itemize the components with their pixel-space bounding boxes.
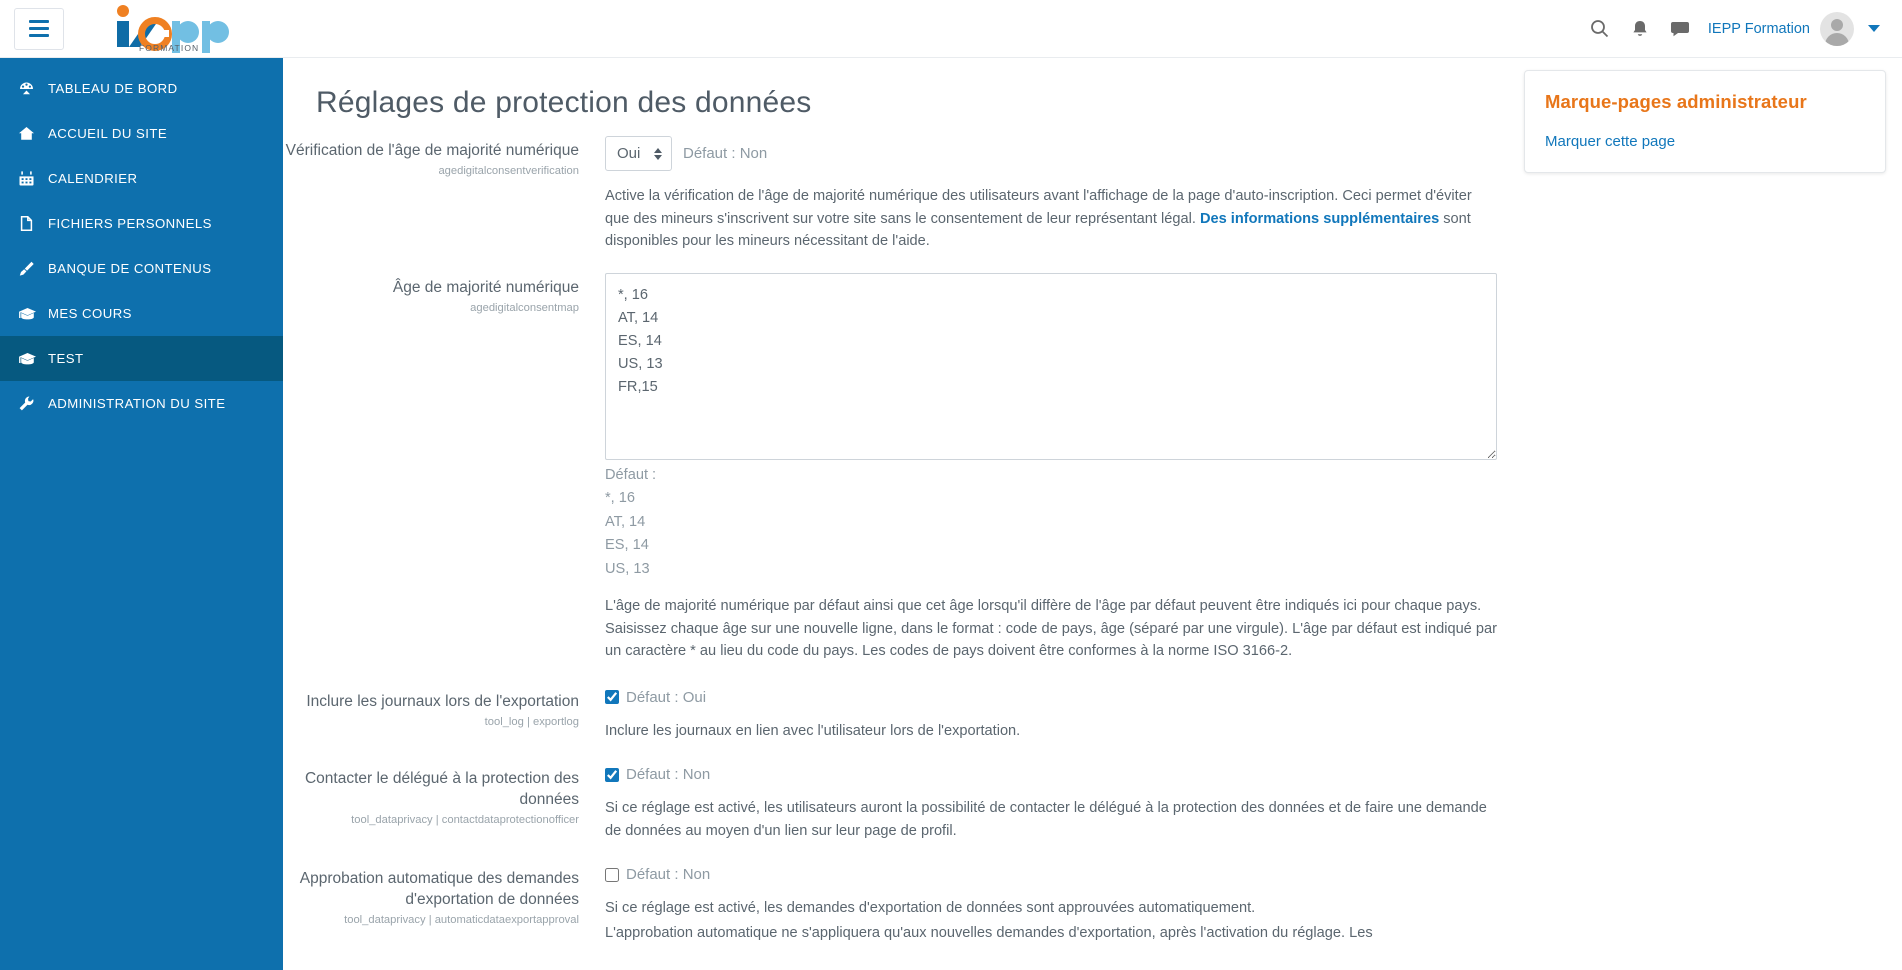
- logo-subtext: FORMATION: [139, 43, 199, 53]
- sidebar-item-label: Mes cours: [48, 306, 132, 321]
- default-label: Défaut :: [605, 466, 657, 483]
- graduation-cap-icon: [18, 350, 48, 367]
- setting-control: Oui Non Défaut : Non Active la vér: [593, 136, 1523, 253]
- sidebar-item-administration-du-site[interactable]: Administration du site: [0, 381, 283, 426]
- setting-name: Vérification de l'âge de majorité numéri…: [285, 142, 579, 159]
- setting-control: Défaut : Non Si ce réglage est activé, l…: [593, 864, 1523, 944]
- graduation-cap-icon: [18, 305, 48, 322]
- avatar-body: [1825, 32, 1849, 46]
- hamburger-bar-2: [29, 27, 49, 30]
- top-navigation-bar: FORMATION IEPP Formation: [0, 0, 1902, 58]
- exportlog-checkbox[interactable]: [605, 690, 619, 704]
- sidebar-item-label: Tableau de bord: [48, 81, 178, 96]
- sidebar-item-banque-de-contenus[interactable]: Banque de contenus: [0, 246, 283, 291]
- sidebar-item-test[interactable]: Test: [0, 336, 283, 381]
- setting-name: Approbation automatique des demandes d'e…: [299, 870, 579, 908]
- checkbox-line: Défaut : Non: [605, 864, 1523, 883]
- setting-name: Âge de majorité numérique: [392, 278, 579, 296]
- setting-name: Contacter le délégué à la protection des…: [304, 770, 579, 808]
- setting-label: Vérification de l'âge de majorité numéri…: [283, 136, 593, 253]
- hamburger-bar-3: [29, 34, 49, 37]
- hamburger-bar-1: [29, 20, 49, 23]
- search-icon[interactable]: [1580, 9, 1620, 49]
- sidebar-item-mes-cours[interactable]: Mes cours: [0, 291, 283, 336]
- bookmark-this-page-link[interactable]: Marquer cette page: [1545, 133, 1865, 150]
- main-content: Réglages de protection des données Vérif…: [283, 58, 1902, 970]
- username-label[interactable]: IEPP Formation: [1708, 21, 1810, 37]
- default-value-block: Défaut : *, 16 AT, 14 ES, 14 US, 13: [605, 464, 1523, 582]
- avatar-head: [1831, 18, 1843, 31]
- setting-description: L'âge de majorité numérique par défaut a…: [605, 598, 1497, 659]
- setting-row-agedigitalconsentverification: Vérification de l'âge de majorité numéri…: [283, 136, 1523, 253]
- sidebar-navigation: Tableau de bord Accueil du site: [0, 58, 283, 970]
- checkbox-line: Défaut : Non: [605, 764, 1523, 783]
- file-icon: [18, 215, 48, 232]
- sidebar-item-tableau-de-bord[interactable]: Tableau de bord: [0, 66, 283, 111]
- default-note: Défaut : Oui: [626, 688, 707, 706]
- hamburger-menu-button[interactable]: [14, 7, 64, 50]
- control-line: Oui Non Défaut : Non: [605, 136, 1523, 171]
- setting-label: Contacter le délégué à la protection des…: [283, 764, 593, 842]
- message-icon[interactable]: [1660, 9, 1700, 49]
- setting-description: Inclure les journaux en lien avec l'util…: [605, 722, 1021, 739]
- setting-label: Approbation automatique des demandes d'e…: [283, 864, 593, 944]
- setting-description: Active la vérification de l'âge de major…: [605, 185, 1497, 253]
- admin-bookmarks-panel: Marque-pages administrateur Marquer cett…: [1524, 70, 1886, 173]
- select-wrapper: Oui Non: [605, 136, 672, 171]
- checkbox-line: Défaut : Oui: [605, 687, 1523, 706]
- setting-row-automaticdataexportapproval: Approbation automatique des demandes d'e…: [283, 864, 1523, 944]
- setting-description: Si ce réglage est activé, les utilisateu…: [605, 800, 1487, 839]
- default-note: Défaut : Non: [626, 766, 711, 783]
- calendar-icon: [18, 170, 48, 187]
- setting-key: agedigitalconsentverification: [438, 165, 579, 177]
- setting-key: tool_log | exportlog: [484, 715, 579, 728]
- automaticdataexportapproval-checkbox[interactable]: [605, 867, 619, 882]
- sidebar-item-label: Test: [48, 351, 84, 366]
- setting-row-exportlog: Inclure les journaux lors de l'exportati…: [283, 687, 1523, 743]
- setting-label: Âge de majorité numérique agedigitalcons…: [283, 273, 593, 663]
- agedigitalconsentverification-select[interactable]: Oui Non: [605, 136, 672, 171]
- contactdataprotectionofficer-checkbox[interactable]: [605, 767, 619, 782]
- setting-control: Défaut : Oui Inclure les journaux en lie…: [593, 687, 1523, 743]
- setting-row-agedigitalconsentmap: Âge de majorité numérique agedigitalcons…: [283, 272, 1523, 663]
- more-information-link[interactable]: Des informations supplémentaires: [1200, 211, 1439, 227]
- setting-label: Inclure les journaux lors de l'exportati…: [283, 687, 593, 743]
- setting-control: Défaut : *, 16 AT, 14 ES, 14 US, 13 L'âge…: [593, 272, 1523, 663]
- wrench-icon: [18, 395, 48, 412]
- setting-name: Inclure les journaux lors de l'exportati…: [306, 692, 579, 710]
- setting-description: Si ce réglage est activé, les demandes d…: [605, 900, 1256, 916]
- sidebar-item-label: Accueil du site: [48, 126, 168, 141]
- agedigitalconsentmap-textarea[interactable]: [605, 272, 1497, 460]
- sidebar-item-fichiers-personnels[interactable]: Fichiers personnels: [0, 201, 283, 246]
- bell-icon[interactable]: [1620, 9, 1660, 49]
- setting-key: agedigitalconsentmap: [470, 301, 579, 314]
- home-icon: [18, 125, 48, 142]
- default-note: Défaut : Non: [683, 145, 768, 162]
- brush-icon: [18, 260, 48, 277]
- default-value: *, 16 AT, 14 ES, 14 US, 13: [605, 490, 650, 577]
- setting-row-contactdataprotectionofficer: Contacter le délégué à la protection des…: [283, 764, 1523, 842]
- setting-key: tool_dataprivacy | automaticdataexportap…: [344, 914, 579, 926]
- topbar-actions: IEPP Formation: [1580, 9, 1882, 49]
- dashboard-icon: [18, 80, 48, 97]
- default-note: Défaut : Non: [626, 866, 711, 883]
- setting-key: tool_dataprivacy | contactdataprotection…: [351, 814, 579, 826]
- sidebar-item-calendrier[interactable]: Calendrier: [0, 156, 283, 201]
- user-avatar[interactable]: [1820, 11, 1854, 46]
- admin-bookmarks-title: Marque-pages administrateur: [1545, 91, 1807, 112]
- setting-control: Défaut : Non Si ce réglage est activé, l…: [593, 764, 1523, 842]
- setting-description-continued: L'approbation automatique ne s'appliquer…: [605, 924, 1373, 941]
- sidebar-item-label: Administration du site: [48, 396, 226, 411]
- sidebar-item-accueil-du-site[interactable]: Accueil du site: [0, 111, 283, 156]
- chevron-down-icon[interactable]: [1868, 25, 1880, 32]
- sidebar-item-label: Calendrier: [48, 171, 138, 186]
- site-logo[interactable]: FORMATION: [102, 3, 252, 55]
- settings-list: Vérification de l'âge de majorité numéri…: [283, 136, 1583, 944]
- page-title: Réglages de protection des données: [316, 86, 812, 119]
- sidebar-item-label: Fichiers personnels: [48, 216, 212, 231]
- sidebar-item-label: Banque de contenus: [48, 261, 212, 276]
